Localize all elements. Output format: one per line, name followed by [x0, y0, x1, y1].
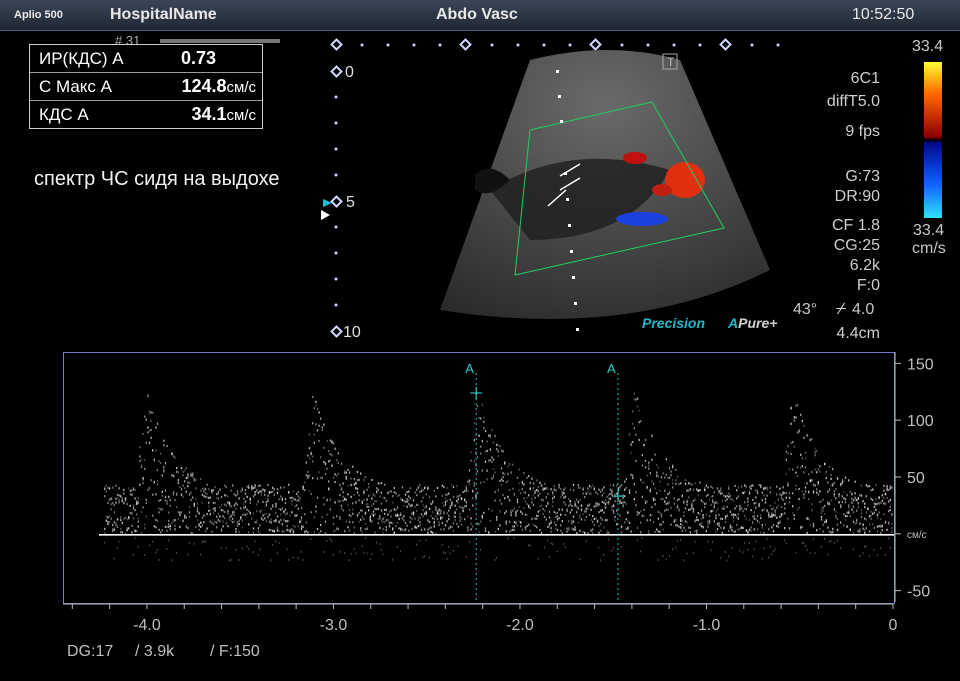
ultrasound-image[interactable] — [430, 40, 790, 340]
apure-prefix: A — [728, 315, 739, 331]
measurement-label: С Макс А — [39, 77, 112, 96]
velocity-tick-label: 100 — [907, 413, 934, 430]
time-tick-label: -3.0 — [320, 617, 348, 634]
frame-slider[interactable] — [160, 39, 280, 43]
precision-text: Precision — [642, 315, 706, 331]
gain-label: G:73 — [845, 168, 880, 185]
value-unit: см/с — [226, 107, 256, 124]
depth-marker — [330, 38, 343, 51]
velocity-tick-label: -50 — [907, 584, 930, 601]
apure-label: APure+ — [728, 315, 777, 331]
angle-correction-icon: ⌿ — [836, 299, 847, 318]
color-flow-red — [623, 152, 647, 164]
angle-label: 43° — [793, 301, 818, 318]
pw-filter-label: / F:150 — [210, 643, 260, 660]
value-unit: см/с — [226, 79, 256, 96]
fps-label: 9 fps — [845, 123, 880, 140]
measurement-label: КДС А — [39, 105, 89, 124]
depth-label: 0 — [345, 64, 354, 81]
time-tick-label: -2.0 — [506, 617, 534, 634]
velocity-tick-label: см/с — [907, 530, 927, 541]
cf-label: CF 1.8 — [831, 217, 880, 234]
precision-label: Precision — [642, 315, 705, 331]
t-marker: T — [667, 55, 675, 69]
time-tick-label: 0 — [889, 617, 898, 634]
colorbar-unit: cm/s — [912, 240, 946, 257]
probe-label: 6C1 — [850, 70, 880, 87]
measurement-value: 0.73 — [181, 48, 216, 69]
colorbar-bottom-label: 33.4 — [913, 222, 945, 239]
depth-marker — [330, 65, 343, 78]
time-tick-label: -1.0 — [693, 617, 721, 634]
measurement-value: 124.8см/с — [181, 76, 256, 97]
velocity-tick-label: 50 — [907, 470, 925, 487]
depth-marker — [330, 325, 343, 338]
measurement-value: 34.1см/с — [191, 104, 256, 125]
measurement-row-vmax: С Макс А 124.8см/с — [30, 73, 262, 101]
focus-marker-icon — [323, 199, 332, 207]
system-name: Aplio 500 — [14, 9, 63, 21]
doppler-axes: 150 100 50 см/с -50 -4.0 -3.0 -2.0 -1.0 0 — [63, 352, 934, 634]
measurement-table: ИР(КДС) А 0.73 С Макс А 124.8см/с КДС А … — [29, 44, 263, 129]
measurement-label: ИР(КДС) А — [39, 49, 124, 68]
value-number: 124.8 — [181, 76, 227, 96]
time-tick-label: -4.0 — [133, 617, 161, 634]
velocity-tick-label: 150 — [907, 356, 934, 373]
value-number: 0.73 — [180, 48, 216, 68]
color-velocity-bar — [924, 62, 942, 218]
colorbar-top-label: 33.4 — [912, 38, 944, 55]
value-number: 34.1 — [191, 104, 227, 124]
f-label: F:0 — [856, 277, 880, 294]
angle-correction-label: 4.0 — [852, 301, 875, 318]
depth-label: 5 — [346, 194, 355, 211]
prf-label: 6.2k — [849, 257, 880, 274]
dg-label: DG:17 — [67, 643, 114, 660]
hospital-name: HospitalName — [110, 6, 217, 23]
top-bar: Aplio 500 HospitalName Abdo Vasc 10:52:5… — [0, 0, 960, 31]
filter-label: diffT5.0 — [826, 93, 880, 110]
pw-prf-label: / 3.9k — [135, 643, 175, 660]
dr-label: DR:90 — [834, 188, 880, 205]
clock: 10:52:50 — [852, 6, 915, 23]
preset-name: Abdo Vasc — [436, 6, 518, 23]
focus-marker-icon — [321, 210, 330, 220]
annotation-text[interactable]: спектр ЧС сидя на выдохе — [34, 168, 280, 191]
color-flow-red — [652, 184, 672, 196]
depth-marker — [330, 195, 343, 208]
cg-label: CG:25 — [833, 237, 880, 254]
measurement-row-ri: ИР(КДС) А 0.73 — [30, 45, 262, 73]
color-flow-blue — [616, 212, 668, 226]
measurement-row-edv: КДС А 34.1см/с — [30, 101, 262, 128]
apure-text: Pure+ — [738, 315, 778, 331]
